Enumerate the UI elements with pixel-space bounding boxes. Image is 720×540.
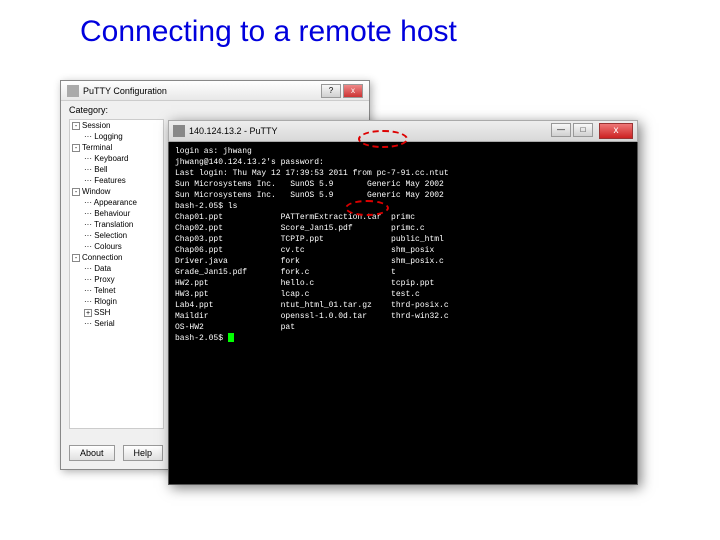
terminal-line: Maildir openssl-1.0.0d.tar thrd-win32.c	[175, 311, 631, 322]
category-tree[interactable]: -Session··· Logging-Terminal··· Keyboard…	[69, 119, 164, 429]
terminal-line: Last login: Thu May 12 17:39:53 2011 fro…	[175, 168, 631, 179]
terminal-line: bash-2.05$ ls	[175, 201, 631, 212]
tree-item[interactable]: -Window	[70, 186, 163, 197]
terminal-line: HW2.ppt hello.c tcpip.ppt	[175, 278, 631, 289]
maximize-button[interactable]: □	[573, 123, 593, 137]
config-title-text: PuTTY Configuration	[83, 86, 167, 96]
tree-expand-icon[interactable]: -	[72, 122, 80, 130]
terminal-title-text: 140.124.13.2 - PuTTY	[189, 126, 278, 136]
terminal-line: Sun Microsystems Inc. SunOS 5.9 Generic …	[175, 190, 631, 201]
terminal-titlebar[interactable]: 140.124.13.2 - PuTTY — □ x	[168, 120, 638, 142]
tree-item[interactable]: ··· Rlogin	[70, 296, 163, 307]
tree-item[interactable]: ··· Data	[70, 263, 163, 274]
tree-item[interactable]: ··· Behaviour	[70, 208, 163, 219]
tree-expand-icon[interactable]: -	[72, 144, 80, 152]
tree-item[interactable]: -Connection	[70, 252, 163, 263]
terminal-line: Chap06.ppt cv.tc shm_posix	[175, 245, 631, 256]
tree-item[interactable]: -Terminal	[70, 142, 163, 153]
tree-item[interactable]: ··· Telnet	[70, 285, 163, 296]
terminal-line: Grade_Jan15.pdf fork.c t	[175, 267, 631, 278]
putty-icon	[67, 85, 79, 97]
terminal-window: 140.124.13.2 - PuTTY — □ x login as: jhw…	[168, 120, 638, 485]
tree-item[interactable]: ··· Serial	[70, 318, 163, 329]
terminal-line: HW3.ppt lcap.c test.c	[175, 289, 631, 300]
tree-expand-icon[interactable]: -	[72, 254, 80, 262]
category-label: Category:	[61, 101, 369, 119]
tree-item[interactable]: ··· Appearance	[70, 197, 163, 208]
tree-item[interactable]: -Session	[70, 120, 163, 131]
tree-expand-icon[interactable]: +	[84, 309, 92, 317]
cursor-icon	[228, 333, 234, 342]
tree-item[interactable]: ··· Translation	[70, 219, 163, 230]
help-button[interactable]: ?	[321, 84, 341, 98]
terminal-line: Chap03.ppt TCPIP.ppt public_html	[175, 234, 631, 245]
tree-item[interactable]: ··· Keyboard	[70, 153, 163, 164]
terminal-line: bash-2.05$	[175, 333, 631, 344]
tree-item[interactable]: ··· Colours	[70, 241, 163, 252]
terminal-line: login as: jhwang	[175, 146, 631, 157]
terminal-line: Driver.java fork shm_posix.c	[175, 256, 631, 267]
putty-icon	[173, 125, 185, 137]
terminal-line: jhwang@140.124.13.2's password:	[175, 157, 631, 168]
config-titlebar[interactable]: PuTTY Configuration ? x	[61, 81, 369, 101]
terminal-line: Sun Microsystems Inc. SunOS 5.9 Generic …	[175, 179, 631, 190]
tree-item[interactable]: ··· Proxy	[70, 274, 163, 285]
tree-item[interactable]: ··· Bell	[70, 164, 163, 175]
tree-item[interactable]: ··· Selection	[70, 230, 163, 241]
tree-expand-icon[interactable]: -	[72, 188, 80, 196]
terminal-line: Chap01.ppt PATTermExtraction.tar primc	[175, 212, 631, 223]
tree-item[interactable]: ··· Logging	[70, 131, 163, 142]
tree-item[interactable]: ··· Features	[70, 175, 163, 186]
terminal-output[interactable]: login as: jhwangjhwang@140.124.13.2's pa…	[168, 142, 638, 485]
about-button[interactable]: About	[69, 445, 115, 461]
terminal-line: Lab4.ppt ntut_html_01.tar.gz thrd-posix.…	[175, 300, 631, 311]
minimize-button[interactable]: —	[551, 123, 571, 137]
help-button-bottom[interactable]: Help	[123, 445, 164, 461]
slide-title: Connecting to a remote host	[0, 0, 720, 49]
close-button[interactable]: x	[343, 84, 363, 98]
tree-item[interactable]: +SSH	[70, 307, 163, 318]
terminal-line: OS-HW2 pat	[175, 322, 631, 333]
close-button[interactable]: x	[599, 123, 633, 139]
terminal-line: Chap02.ppt Score_Jan15.pdf primc.c	[175, 223, 631, 234]
